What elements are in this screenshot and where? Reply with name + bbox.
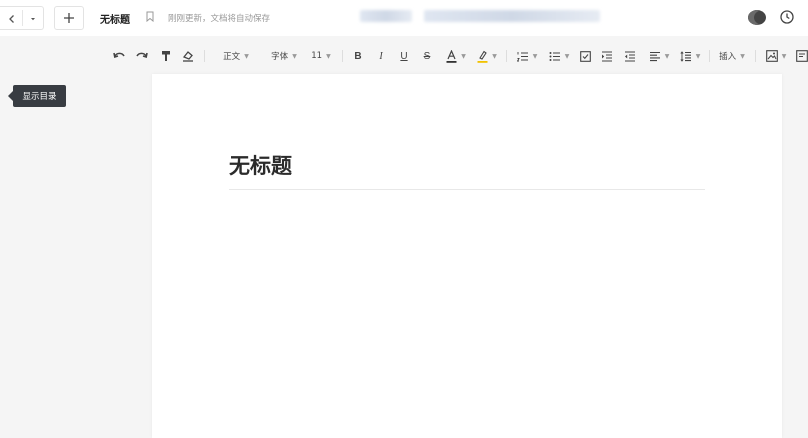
indent-increase-icon [602, 50, 612, 62]
image-icon [765, 50, 778, 62]
bold-button[interactable]: B [352, 48, 364, 64]
underline-button[interactable]: U [398, 48, 410, 64]
bullet-list-icon [549, 51, 560, 61]
paragraph-style-label: 正文 [223, 52, 241, 62]
font-size-label: 11 [311, 51, 323, 61]
show-outline-label: 显示目录 [22, 92, 57, 102]
back-button[interactable] [2, 7, 22, 31]
document-heading[interactable]: 无标题 [229, 150, 292, 180]
font-color-icon [446, 49, 457, 63]
heading-divider [229, 189, 705, 190]
top-bar: 无标题 刚刚更新，文档将自动保存 [0, 0, 808, 36]
format-toolbar: 正文 ▼ 字体 ▼ 11 ▼ B I U S ▼ ▼ ▼ ▼ ▼ ▼ 插入 ▼ … [0, 36, 808, 74]
undo-icon [113, 52, 125, 59]
nav-group [0, 6, 44, 30]
font-family-label: 字体 [271, 52, 289, 62]
indent-increase-button[interactable] [600, 48, 614, 64]
strikethrough-icon: S [423, 50, 431, 62]
doc-title[interactable]: 无标题 [100, 11, 130, 26]
font-size-select[interactable]: 11 ▼ [308, 48, 334, 64]
italic-button[interactable]: I [375, 48, 387, 64]
format-painter-icon [162, 51, 170, 61]
highlight-icon [477, 50, 488, 63]
new-document-button[interactable] [54, 6, 84, 30]
plus-icon [64, 13, 74, 23]
caret-down-icon: ▼ [244, 52, 249, 60]
clear-format-icon [182, 51, 193, 62]
highlight-button[interactable]: ▼ [474, 48, 500, 64]
caret-down-icon: ▼ [781, 52, 787, 60]
ordered-list-icon [516, 51, 528, 61]
bold-icon: B [354, 50, 362, 62]
font-family-select[interactable]: 字体 ▼ [264, 48, 304, 64]
redo-icon [136, 52, 148, 59]
strikethrough-button[interactable]: S [421, 48, 433, 64]
paragraph-style-select[interactable]: 正文 ▼ [216, 48, 256, 64]
caret-down-icon: ▼ [695, 52, 701, 60]
collaborator-info-blurred-2 [424, 10, 600, 22]
show-outline-button[interactable]: 显示目录 [8, 85, 66, 107]
font-color-button[interactable]: ▼ [443, 48, 469, 64]
checklist-button[interactable] [578, 48, 592, 64]
italic-icon: I [379, 50, 383, 62]
caret-down-icon: ▼ [292, 52, 297, 60]
line-spacing-button[interactable]: ▼ [677, 48, 703, 64]
undo-button[interactable] [112, 48, 126, 64]
ordered-list-button[interactable]: ▼ [514, 48, 540, 64]
insert-image-button[interactable]: ▼ [764, 48, 788, 64]
history-icon[interactable] [779, 9, 795, 25]
underline-icon: U [400, 50, 408, 62]
caret-down-icon: ▼ [461, 52, 466, 60]
align-button[interactable]: ▼ [646, 48, 672, 64]
theme-toggle-icon[interactable] [748, 10, 766, 25]
clear-format-button[interactable] [181, 48, 195, 64]
bookmark-icon[interactable] [146, 11, 154, 22]
more-icon [795, 50, 808, 62]
caret-down-icon: ▼ [532, 52, 538, 60]
collaborator-info-blurred [360, 10, 412, 22]
history-dropdown-button[interactable] [23, 7, 43, 31]
indent-decrease-icon [625, 50, 635, 62]
dropdown-icon [31, 18, 35, 21]
line-spacing-icon [680, 50, 691, 62]
caret-down-icon: ▼ [492, 52, 497, 60]
caret-down-icon: ▼ [740, 52, 745, 60]
caret-down-icon: ▼ [664, 52, 670, 60]
align-icon [649, 51, 660, 61]
redo-button[interactable] [135, 48, 149, 64]
bullet-list-button[interactable]: ▼ [546, 48, 572, 64]
format-painter-button[interactable] [159, 48, 173, 64]
caret-down-icon: ▼ [326, 52, 331, 60]
save-status: 刚刚更新，文档将自动保存 [168, 14, 271, 24]
insert-menu-button[interactable]: 插入 ▼ [716, 48, 748, 64]
back-icon [9, 15, 14, 23]
document-page[interactable]: 无标题 [152, 74, 782, 438]
insert-label: 插入 [719, 52, 737, 62]
caret-down-icon: ▼ [564, 52, 570, 60]
checklist-icon [579, 50, 591, 62]
more-tools-button[interactable] [795, 48, 808, 64]
indent-decrease-button[interactable] [623, 48, 637, 64]
